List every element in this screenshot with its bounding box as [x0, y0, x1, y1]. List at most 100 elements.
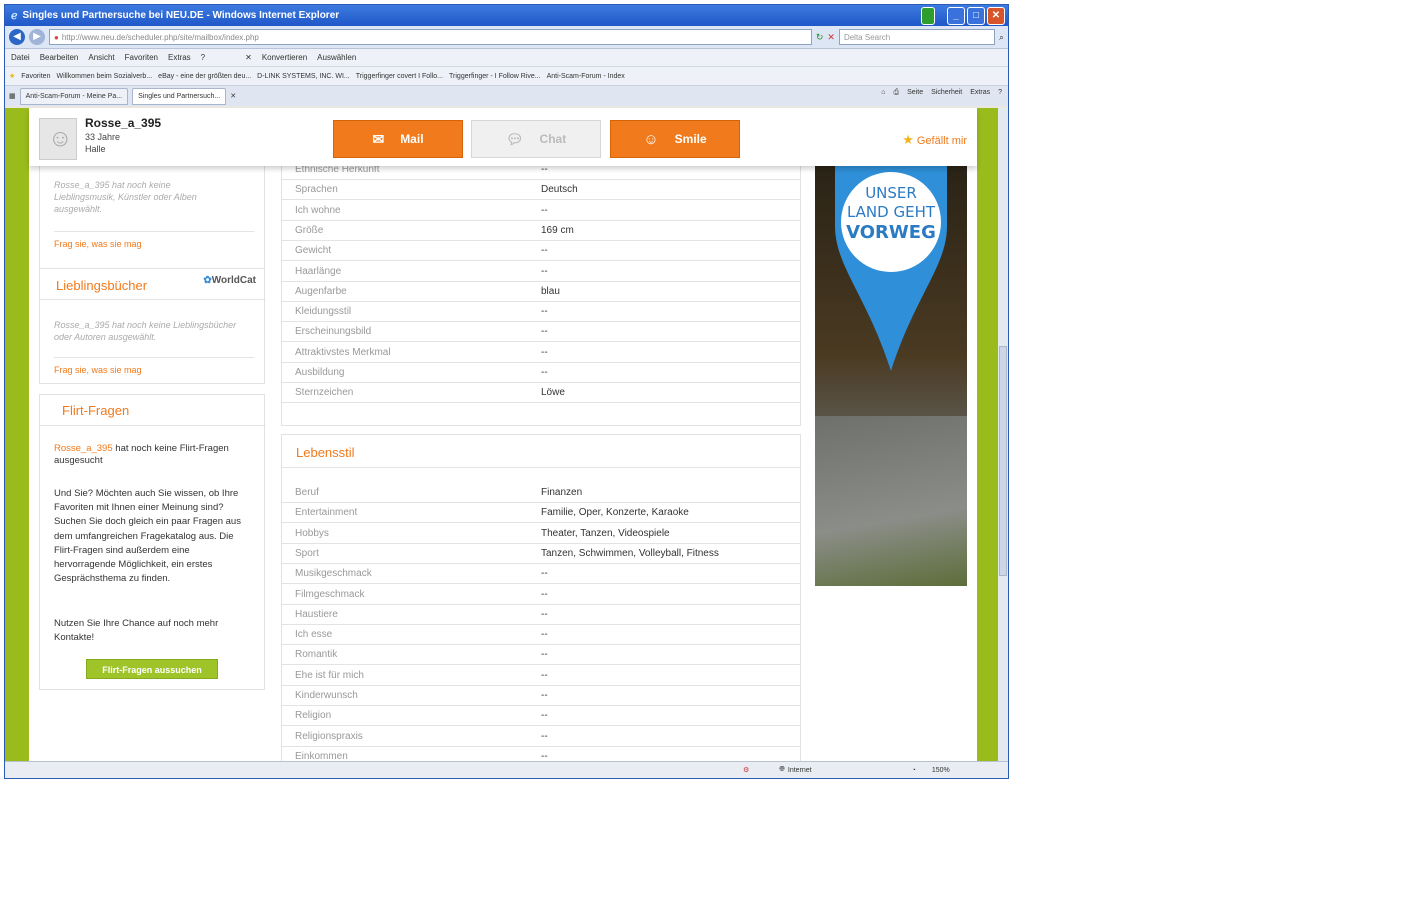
- tool-konvertieren[interactable]: Konvertieren: [262, 53, 307, 62]
- refresh-icon[interactable]: ↻: [816, 32, 824, 43]
- ad-background: [815, 416, 967, 586]
- row-value: --: [541, 608, 548, 620]
- chat-button[interactable]: 💬︎ Chat: [471, 120, 601, 158]
- favorite-item[interactable]: eBay - eine der größten deu...: [158, 73, 251, 80]
- zoom-level[interactable]: 150%: [932, 767, 950, 774]
- row-label: Sport: [295, 547, 319, 559]
- table-row: Religionspraxis --: [281, 726, 801, 747]
- favorites-button[interactable]: Favoriten: [21, 73, 50, 80]
- home-icon[interactable]: ⌂: [881, 89, 885, 97]
- tool-auswaehlen[interactable]: Auswählen: [317, 53, 356, 62]
- favorite-music-box: Rosse_a_395 hat noch keine Lieblingsmusi…: [39, 152, 265, 272]
- favorite-item[interactable]: Anti-Scam-Forum - Index: [547, 73, 625, 80]
- row-label: Romantik: [295, 649, 338, 661]
- favorites-star-icon[interactable]: ★: [9, 72, 15, 80]
- window-title: Singles und Partnersuche bei NEU.DE - Wi…: [22, 10, 340, 21]
- addon-icon[interactable]: [921, 7, 935, 25]
- smile-button[interactable]: ☺ Smile: [610, 120, 740, 158]
- like-button[interactable]: ★ Gefällt mir: [902, 132, 967, 148]
- avatar-placeholder-icon: ☺: [48, 125, 73, 152]
- menu-favoriten[interactable]: Favoriten: [125, 53, 158, 62]
- flirt-title: Flirt-Fragen: [62, 403, 130, 418]
- favorite-item[interactable]: D-LINK SYSTEMS, INC. WI...: [257, 73, 350, 80]
- cmd-extras[interactable]: Extras: [970, 89, 990, 97]
- favorite-item[interactable]: Triggerfinger - I Follow Rive...: [449, 73, 541, 80]
- minimize-button[interactable]: _: [947, 7, 965, 25]
- maximize-button[interactable]: □: [967, 7, 985, 25]
- command-bar: ⌂ ⎙ Seite Sicherheit Extras ?: [881, 89, 1002, 97]
- music-ask-link[interactable]: Frag sie, was sie mag: [54, 239, 142, 249]
- row-value: --: [541, 326, 548, 338]
- row-label: Kinderwunsch: [295, 690, 358, 701]
- cmd-sicherheit[interactable]: Sicherheit: [931, 89, 962, 97]
- worldcat-icon: ✿: [203, 275, 212, 286]
- flirt-questions-box: Flirt-Fragen Rosse_a_395 hat noch keine …: [39, 394, 266, 690]
- favorite-item[interactable]: Triggerfinger covert I Follo...: [356, 73, 443, 80]
- browser-window: ℯ Singles und Partnersuche bei NEU.DE - …: [4, 4, 1009, 779]
- cmd-seite[interactable]: Seite: [907, 89, 923, 97]
- tab-singles[interactable]: Singles und Partnersuch...: [132, 87, 227, 105]
- star-icon: ★: [902, 132, 914, 147]
- row-label: Religionspraxis: [295, 730, 363, 742]
- row-value: Deutsch: [541, 184, 578, 196]
- ie-icon: ℯ: [11, 10, 18, 22]
- search-icon[interactable]: ⌕: [999, 32, 1004, 43]
- address-bar[interactable]: ● http://www.neu.de/scheduler.php/site/m…: [49, 29, 812, 45]
- menu-help[interactable]: ?: [201, 53, 205, 62]
- books-ask-link[interactable]: Frag sie, was sie mag: [54, 365, 142, 375]
- flirt-select-button[interactable]: Flirt-Fragen aussuchen: [86, 659, 218, 679]
- table-row: Religion --: [281, 705, 801, 727]
- row-value: --: [541, 649, 548, 661]
- help-icon[interactable]: ?: [998, 89, 1002, 97]
- scrollbar-thumb[interactable]: [999, 346, 1007, 576]
- profile-age: 33 Jahre: [85, 132, 121, 142]
- close-button[interactable]: ✕: [987, 7, 1005, 25]
- smile-label: Smile: [674, 132, 707, 146]
- search-input[interactable]: Delta Search: [838, 29, 995, 45]
- print-icon[interactable]: ⎙: [894, 89, 900, 97]
- worldcat-label: WorldCat: [211, 275, 256, 286]
- row-label: Augenfarbe: [295, 285, 347, 297]
- row-value: --: [541, 568, 548, 580]
- row-value: Theater, Tanzen, Videospiele: [541, 527, 670, 539]
- favorites-bar: ★ Favoriten Willkommen beim Sozialverb..…: [5, 66, 1008, 85]
- page-icon: ●: [54, 32, 59, 42]
- menu-extras[interactable]: Extras: [168, 53, 191, 62]
- profile-city: Halle: [85, 144, 106, 154]
- table-row: Musikgeschmack --: [281, 563, 801, 585]
- tab-close-icon[interactable]: ✕: [230, 92, 236, 100]
- row-value: --: [541, 690, 548, 701]
- menu-datei[interactable]: Datei: [11, 53, 30, 62]
- worldcat-logo[interactable]: ✿WorldCat: [203, 275, 256, 286]
- tab-anti-scam[interactable]: Anti-Scam-Forum - Meine Pa...: [19, 87, 129, 105]
- table-row: Einkommen --: [281, 746, 801, 762]
- row-label: Haustiere: [295, 608, 338, 620]
- row-label: Haarlänge: [295, 265, 342, 277]
- stop-icon[interactable]: ✕: [827, 32, 835, 43]
- popup-blocker-icon[interactable]: ⚙: [743, 766, 749, 774]
- toolbar-close-icon[interactable]: ✕: [245, 53, 252, 62]
- profile-name[interactable]: Rosse_a_395: [85, 116, 161, 130]
- quick-tabs-icon[interactable]: ▦: [9, 92, 16, 100]
- flirt-cta-text: Nutzen Sie Ihre Chance auf noch mehr Kon…: [54, 618, 219, 643]
- row-value: --: [541, 265, 548, 277]
- flirt-profile-link[interactable]: Rosse_a_395: [54, 443, 113, 454]
- vertical-scrollbar[interactable]: [998, 108, 1008, 762]
- menu-bearbeiten[interactable]: Bearbeiten: [40, 53, 79, 62]
- address-row: ◀ ▶ ● http://www.neu.de/scheduler.php/si…: [5, 26, 1008, 49]
- ad-line-2: LAND GEHT: [846, 203, 936, 221]
- mail-button[interactable]: ✉ Mail: [333, 120, 463, 158]
- lifestyle-title: Lebensstil: [296, 445, 355, 460]
- avatar[interactable]: ☺: [39, 118, 77, 160]
- row-value: Finanzen: [541, 487, 583, 498]
- menu-ansicht[interactable]: Ansicht: [88, 53, 114, 62]
- table-row: Filmgeschmack --: [281, 584, 801, 605]
- back-icon[interactable]: ◀: [9, 29, 25, 45]
- favorite-item[interactable]: Willkommen beim Sozialverb...: [56, 73, 152, 80]
- window-controls: _ □ ✕: [921, 7, 1005, 25]
- forward-icon[interactable]: ▶: [29, 29, 45, 45]
- protected-mode-icon[interactable]: ◔: [912, 767, 916, 774]
- advertisement[interactable]: UNSER LAND GEHT VORWEG: [815, 166, 967, 586]
- table-row: Ehe ist für mich --: [281, 665, 801, 686]
- table-row: Sprachen Deutsch: [281, 179, 801, 201]
